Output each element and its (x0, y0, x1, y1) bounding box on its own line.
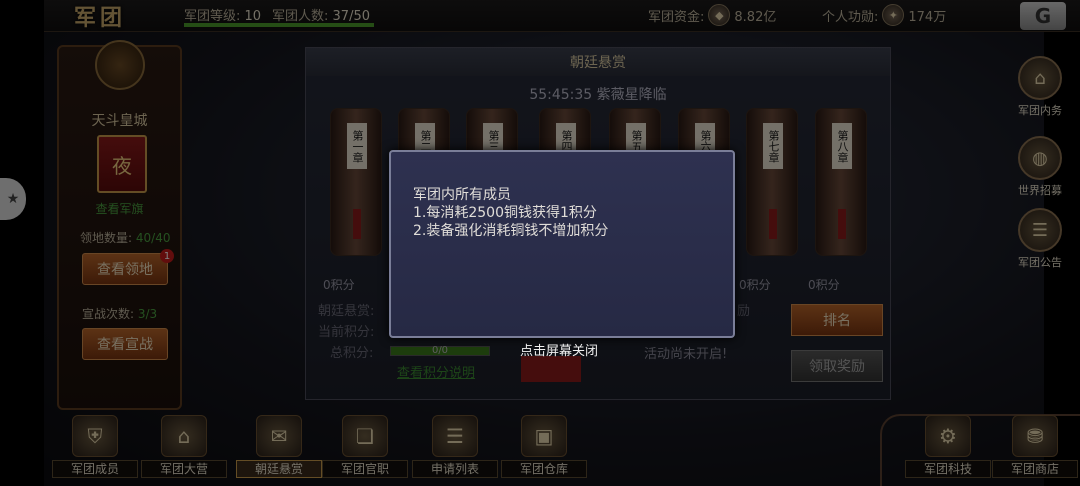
popup-line: 1.每消耗2500铜钱获得1积分 (413, 205, 597, 221)
popup-line: 军团内所有成员 (413, 187, 511, 203)
close-hint[interactable]: 点击屏幕关闭 (520, 340, 598, 359)
popup-line: 2.装备强化消耗铜钱不增加积分 (413, 223, 609, 239)
score-explain-popup: 军团内所有成员 1.每消耗2500铜钱获得1积分 2.装备强化消耗铜钱不增加积分 (389, 150, 735, 338)
